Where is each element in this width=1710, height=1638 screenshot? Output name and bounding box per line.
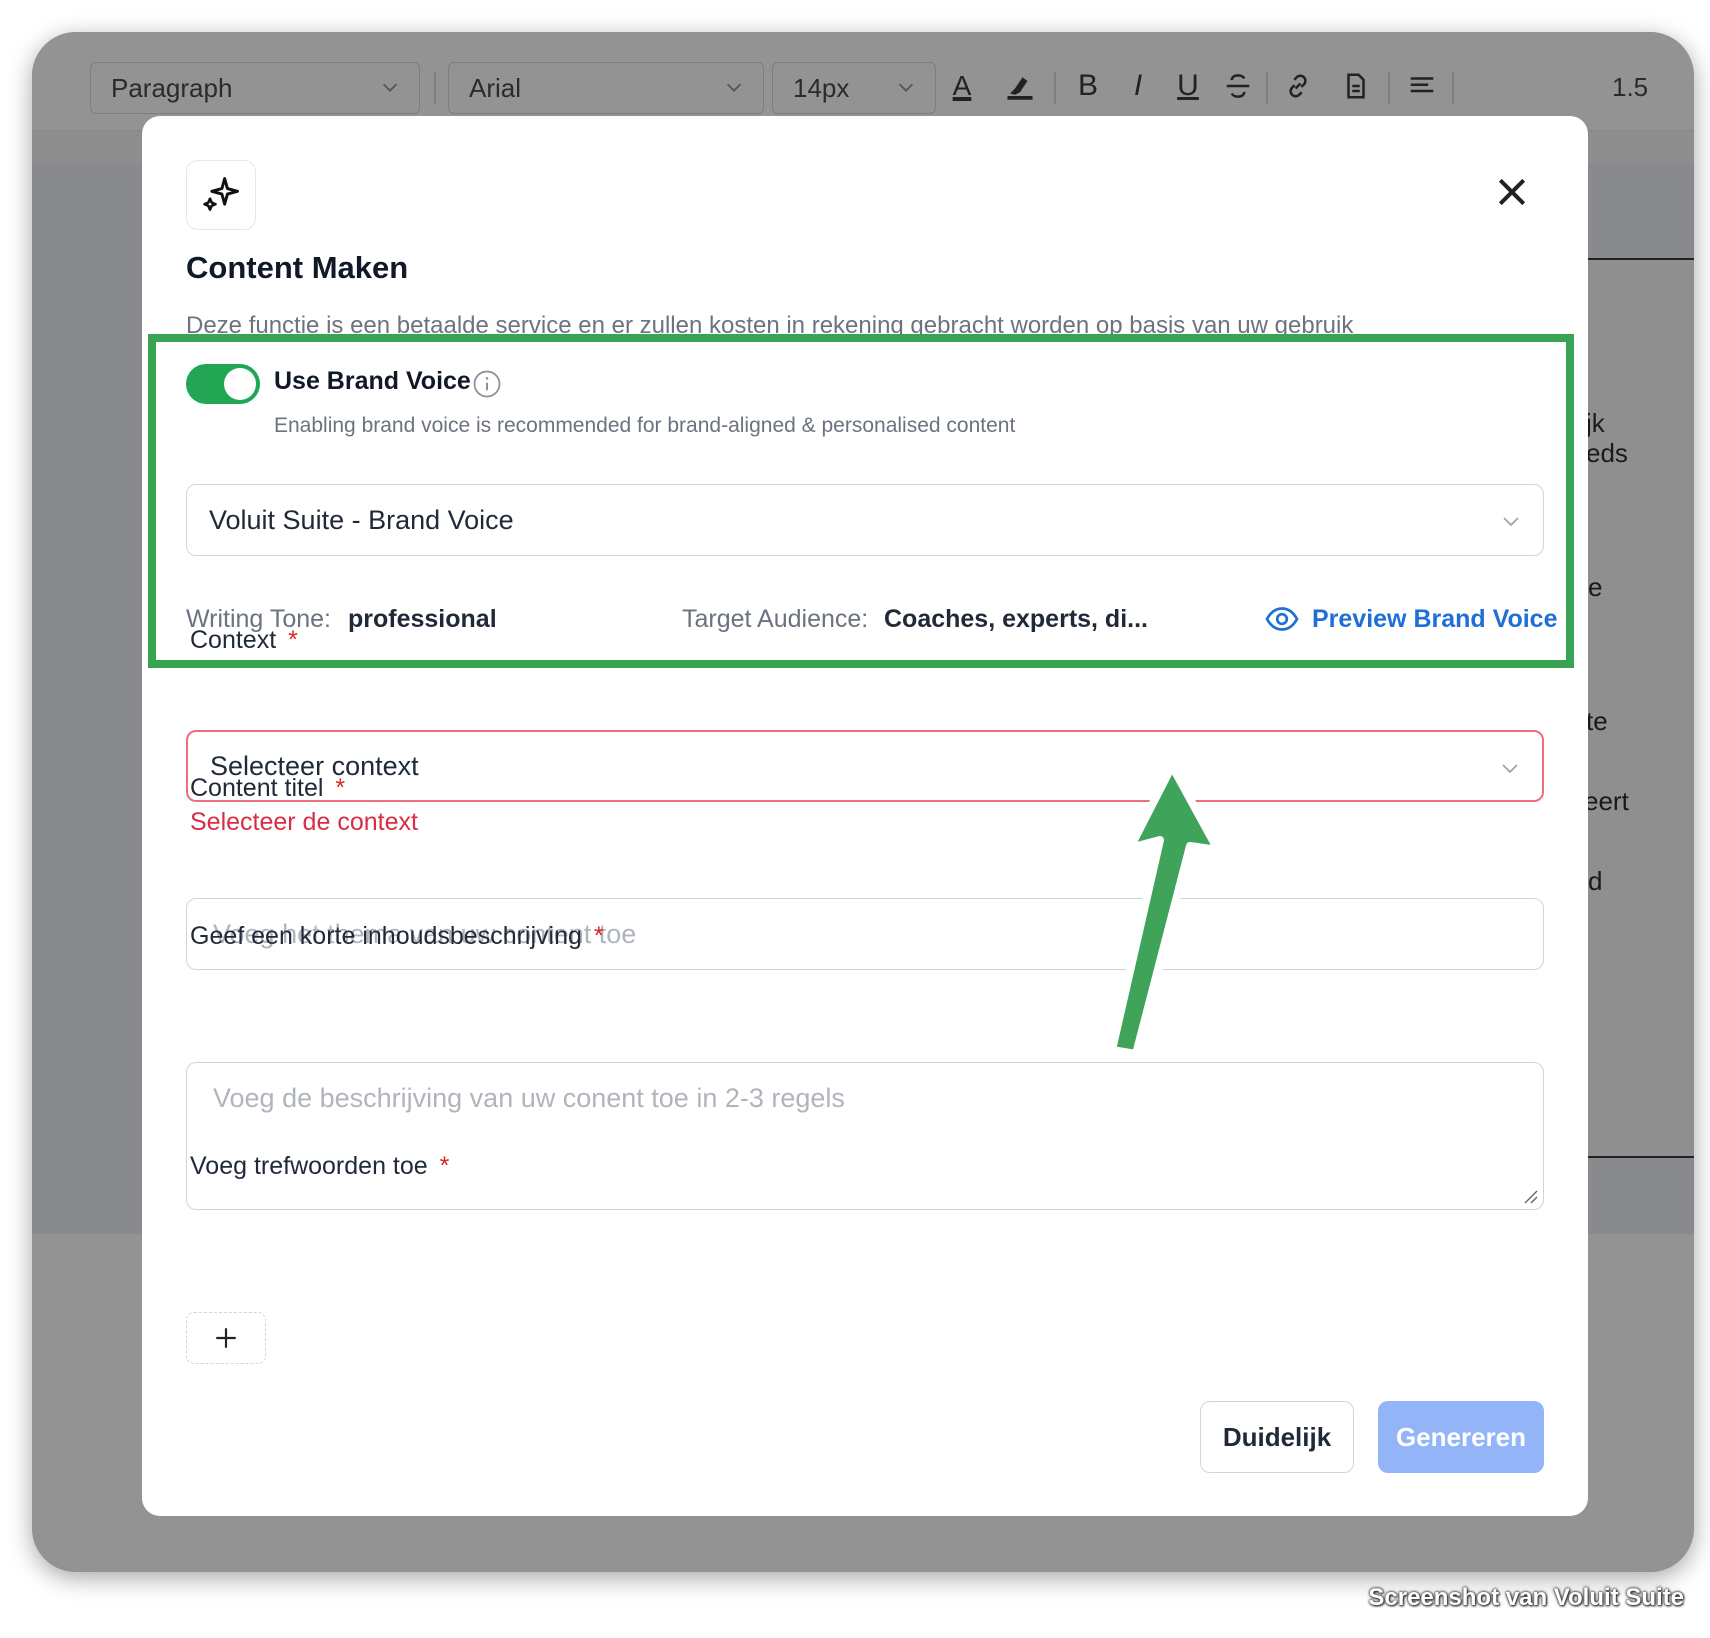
dialog-title: Content Maken (186, 250, 409, 285)
keywords-label-text: Voeg trefwoorden toe (190, 1152, 428, 1180)
background-text: d (1588, 866, 1603, 896)
background-text: e (1588, 572, 1603, 602)
context-error-message: Selecteer de context (190, 808, 418, 836)
brand-voice-help-text: Enabling brand voice is recommended for … (274, 414, 1016, 437)
context-label: Context * (190, 626, 298, 655)
required-mark: * (335, 774, 346, 802)
resize-handle-icon[interactable] (1521, 1187, 1539, 1205)
context-select[interactable]: Selecteer context (186, 730, 1544, 802)
dialog-description: Deze functie is een betaalde service en … (186, 312, 1354, 339)
font-family-value: Arial (469, 72, 522, 103)
font-size-select[interactable]: 14px (772, 62, 936, 114)
chevron-down-icon (1503, 517, 1519, 527)
plus-icon (216, 1328, 236, 1348)
content-title-label: Content titel * (190, 774, 345, 803)
target-audience-value: Coaches, experts, di... (884, 605, 1148, 633)
clear-button[interactable]: Duidelijk (1200, 1401, 1354, 1473)
target-audience-label: Target Audience: (682, 605, 869, 633)
description-label: Geef een korte inhoudsbeschrijving * (190, 922, 604, 951)
underline-icon[interactable]: U (1168, 66, 1208, 106)
align-left-icon[interactable] (1402, 66, 1442, 106)
chevron-down-icon (726, 83, 742, 92)
content-title-label-text: Content titel (190, 774, 324, 802)
italic-icon[interactable]: I (1118, 66, 1158, 106)
background-text: jk (1586, 408, 1605, 438)
strikethrough-icon[interactable] (1218, 66, 1258, 106)
sparkles-icon (186, 160, 256, 230)
add-keyword-button[interactable] (186, 1312, 266, 1364)
block-format-select[interactable]: Paragraph (90, 62, 420, 114)
preview-brand-voice-label: Preview Brand Voice (1312, 604, 1558, 633)
toolbar-divider (1388, 72, 1390, 104)
generate-button[interactable]: Genereren (1378, 1401, 1544, 1473)
writing-tone-value: professional (348, 605, 497, 633)
close-icon[interactable] (1492, 172, 1532, 212)
description-label-text: Geef een korte inhoudsbeschrijving (190, 922, 582, 950)
font-family-select[interactable]: Arial (448, 62, 764, 114)
link-icon[interactable] (1278, 66, 1318, 106)
block-format-value: Paragraph (111, 72, 233, 103)
eye-icon (1265, 607, 1299, 631)
italic-glyph: I (1133, 69, 1143, 102)
content-maken-dialog: Content Maken Deze functie is een betaal… (142, 116, 1588, 1516)
document-icon[interactable] (1336, 66, 1376, 106)
required-mark: * (288, 626, 298, 654)
font-size-value: 14px (793, 72, 850, 103)
description-textarea[interactable]: Voeg de beschrijving van uw conent toe i… (186, 1062, 1544, 1210)
background-text: eert (1584, 786, 1629, 816)
highlight-icon[interactable] (1000, 66, 1040, 106)
brand-voice-toggle[interactable] (186, 364, 260, 404)
brand-voice-selected: Voluit Suite - Brand Voice (209, 504, 514, 535)
screenshot-watermark: Screenshot van Voluit Suite (1368, 1584, 1684, 1611)
chevron-down-icon (898, 83, 914, 92)
line-height-value[interactable]: 1.5 (1612, 72, 1648, 103)
toggle-knob (224, 368, 256, 400)
toolbar-divider (1054, 72, 1056, 104)
chevron-down-icon (382, 83, 398, 92)
brand-voice-label: Use Brand Voice (274, 367, 471, 395)
background-text: te (1586, 706, 1608, 736)
text-color-glyph: A (952, 70, 972, 101)
bold-icon[interactable]: B (1068, 66, 1108, 106)
chevron-down-icon (1502, 764, 1518, 774)
brand-voice-select[interactable]: Voluit Suite - Brand Voice (186, 484, 1544, 556)
context-label-text: Context (190, 626, 277, 654)
required-mark: * (593, 922, 604, 950)
required-mark: * (439, 1152, 450, 1180)
toolbar-divider (434, 72, 436, 104)
preview-brand-voice-link[interactable]: Preview Brand Voice (1264, 601, 1557, 637)
toolbar-divider (1266, 72, 1268, 104)
description-placeholder: Voeg de beschrijving van uw conent toe i… (213, 1083, 845, 1113)
text-color-icon[interactable]: A (942, 66, 982, 106)
toolbar-divider (1452, 72, 1454, 104)
bold-glyph: B (1077, 69, 1098, 102)
info-icon[interactable] (472, 369, 502, 399)
underline-glyph: U (1177, 69, 1199, 102)
background-text: eds (1586, 438, 1628, 468)
keywords-label: Voeg trefwoorden toe * (190, 1152, 449, 1181)
